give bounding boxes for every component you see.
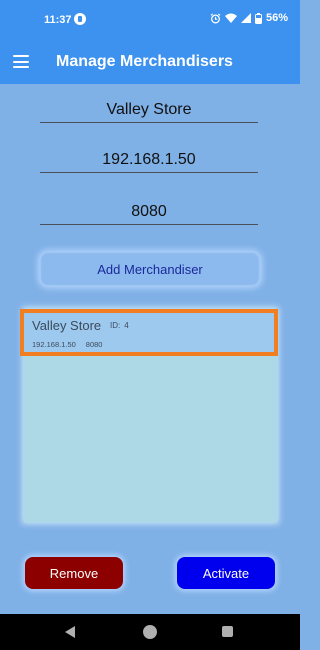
add-merchandiser-button[interactable]: Add Merchandiser xyxy=(40,252,260,286)
app-bar: Manage Merchandisers xyxy=(0,40,300,84)
merchandiser-name-field[interactable] xyxy=(40,97,258,123)
status-icons: 56% xyxy=(210,12,288,24)
merchandiser-ip: 192.168.1.50 xyxy=(32,340,76,349)
status-time: 11:37 xyxy=(44,14,72,26)
remove-button[interactable]: Remove xyxy=(25,557,123,589)
id-value: 4 xyxy=(124,321,129,330)
recents-icon[interactable] xyxy=(222,626,233,637)
home-icon[interactable] xyxy=(143,625,157,639)
merchandiser-name: Valley Store xyxy=(32,318,102,333)
port-field[interactable] xyxy=(40,199,258,225)
signal-icon xyxy=(240,13,251,23)
page-title: Manage Merchandisers xyxy=(56,53,233,70)
wifi-icon xyxy=(224,13,237,23)
merchandiser-port: 8080 xyxy=(85,340,103,349)
merchandiser-list[interactable]: Valley Store ID: 4 192.168.1.50 8080 xyxy=(20,309,278,522)
status-bar: 11:37 56% xyxy=(0,0,300,40)
id-label: ID: xyxy=(110,321,121,330)
merchandiser-address: 192.168.1.50 8080 xyxy=(32,340,102,349)
battery-percent: 56% xyxy=(265,12,288,24)
battery-icon xyxy=(254,12,262,24)
merchandiser-id: ID: 4 xyxy=(110,321,129,330)
back-icon[interactable] xyxy=(65,626,75,638)
activate-button[interactable]: Activate xyxy=(177,557,275,589)
ip-address-field[interactable] xyxy=(40,147,258,173)
notification-app-icon xyxy=(74,13,86,25)
system-nav-bar xyxy=(0,614,300,650)
alarm-icon xyxy=(210,12,221,23)
list-item-selected[interactable]: Valley Store ID: 4 192.168.1.50 8080 xyxy=(20,309,278,356)
hamburger-menu-icon[interactable] xyxy=(13,55,29,68)
